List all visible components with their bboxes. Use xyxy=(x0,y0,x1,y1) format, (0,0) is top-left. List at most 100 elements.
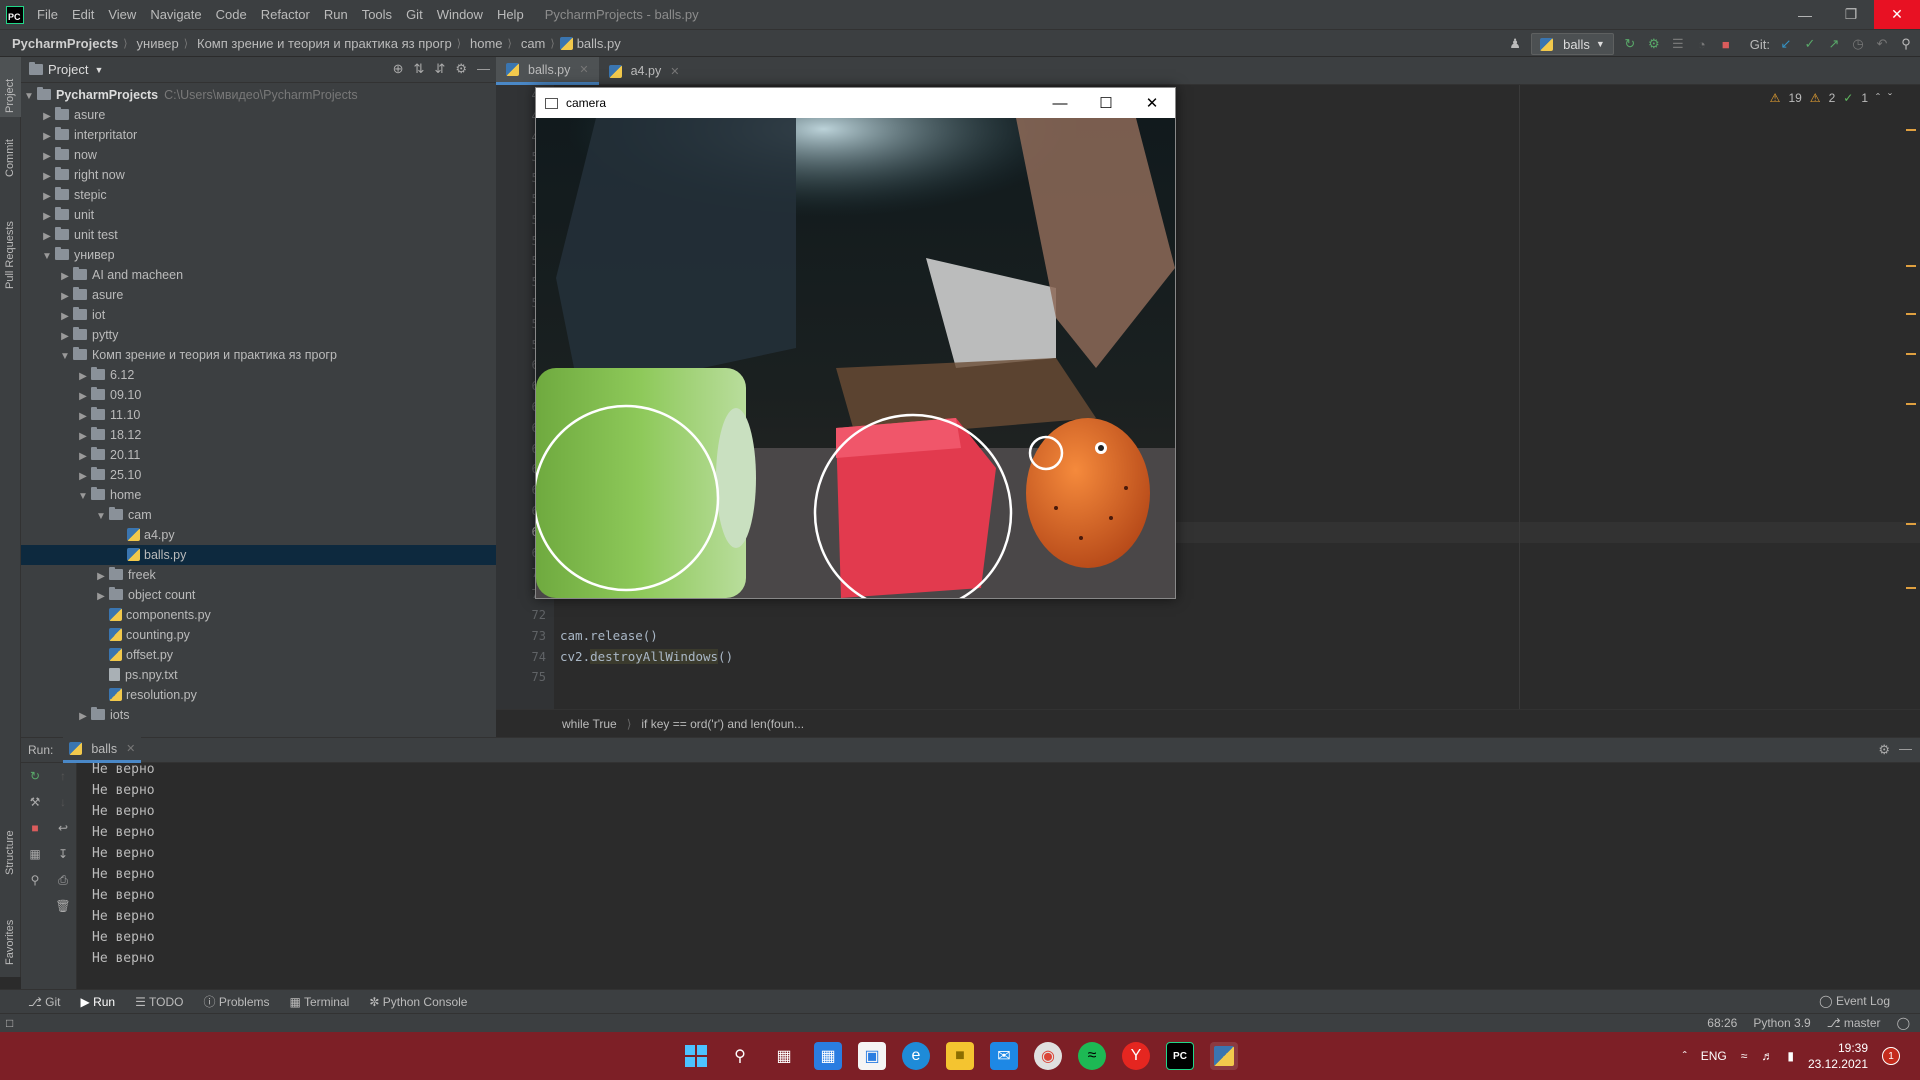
trash-icon[interactable]: 🗑 xyxy=(49,893,77,919)
tree-item[interactable]: ▶ unit xyxy=(21,205,496,225)
chevron-down-icon[interactable]: ▼ xyxy=(75,487,91,507)
breadcrumb-file[interactable]: balls.py xyxy=(577,36,621,51)
chrome-icon[interactable]: ◉ xyxy=(1034,1042,1062,1070)
menu-window[interactable]: Window xyxy=(437,7,483,22)
layout-icon[interactable]: ▦ xyxy=(21,841,49,867)
structure-tool-button[interactable]: Structure xyxy=(4,830,16,875)
python-window-icon[interactable] xyxy=(1210,1042,1238,1070)
tree-item[interactable]: ▶ iots xyxy=(21,705,496,725)
tool-todo[interactable]: ☰ TODO xyxy=(135,995,183,1009)
menu-file[interactable]: File xyxy=(37,7,58,22)
error-stripe-mark[interactable] xyxy=(1906,353,1916,355)
file-explorer-icon[interactable]: ■ xyxy=(946,1042,974,1070)
chevron-up-icon[interactable]: ˆ xyxy=(1683,1049,1687,1063)
commit-tool-button[interactable]: Commit xyxy=(4,139,16,177)
tree-item[interactable]: ▶ 6.12 xyxy=(21,365,496,385)
task-view-icon[interactable]: ▦ xyxy=(770,1042,798,1070)
chevron-right-icon[interactable]: ▶ xyxy=(75,407,91,427)
tool-python-console[interactable]: ✼ Python Console xyxy=(369,995,467,1009)
git-history-icon[interactable]: ◷ xyxy=(1850,36,1866,52)
user-icon[interactable]: ♟ xyxy=(1507,36,1523,52)
interpreter-selector[interactable]: Python 3.9 xyxy=(1753,1016,1810,1030)
chevron-right-icon[interactable]: ▶ xyxy=(39,147,55,167)
close-icon[interactable]: ✕ xyxy=(1129,88,1175,118)
chevron-right-icon[interactable]: ▶ xyxy=(75,387,91,407)
chevron-right-icon[interactable]: ▶ xyxy=(39,227,55,247)
soft-wrap-icon[interactable]: ↩ xyxy=(49,815,77,841)
tree-item[interactable]: ▶ 20.11 xyxy=(21,445,496,465)
tab-a4-py[interactable]: a4.py ✕ xyxy=(599,57,690,85)
tree-item[interactable]: components.py xyxy=(21,605,496,625)
tree-item[interactable]: ▶ stepic xyxy=(21,185,496,205)
breadcrumb-if[interactable]: if key == ord('r') and len(foun... xyxy=(641,717,804,731)
tool-run[interactable]: ▶ Run xyxy=(81,995,116,1009)
tree-item[interactable]: ▶ 09.10 xyxy=(21,385,496,405)
git-commit-icon[interactable]: ✓ xyxy=(1802,36,1818,52)
menu-code[interactable]: Code xyxy=(216,7,247,22)
chevron-down-icon[interactable]: ▼ xyxy=(93,507,109,527)
minimize-icon[interactable]: — xyxy=(1782,0,1828,29)
tree-item[interactable]: ▶ 25.10 xyxy=(21,465,496,485)
mail-icon[interactable]: ✉ xyxy=(990,1042,1018,1070)
chevron-down-icon[interactable]: ˇ xyxy=(1888,91,1892,105)
wrench-icon[interactable]: ⚒ xyxy=(21,789,49,815)
scroll-to-end-icon[interactable]: ↧ xyxy=(49,841,77,867)
battery-icon[interactable]: ▮ xyxy=(1787,1049,1794,1063)
tree-item[interactable]: a4.py xyxy=(21,525,496,545)
stop-icon[interactable]: ■ xyxy=(1718,36,1734,52)
chevron-down-icon[interactable]: ▼ xyxy=(57,347,73,367)
tree-root[interactable]: ▼ PycharmProjects C:\Users\мвидео\PycharmP… xyxy=(21,85,496,105)
close-icon[interactable]: ✕ xyxy=(1874,0,1920,29)
chevron-right-icon[interactable]: ▶ xyxy=(75,427,91,447)
menu-edit[interactable]: Edit xyxy=(72,7,94,22)
breadcrumb-course[interactable]: Комп зрение и теория и практика яз прогр xyxy=(197,36,452,51)
tree-item[interactable]: ▼ Комп зрение и теория и практика яз прог… xyxy=(21,345,496,365)
tree-item[interactable]: ▼ home xyxy=(21,485,496,505)
chevron-right-icon[interactable]: ▶ xyxy=(57,287,73,307)
tab-balls-py[interactable]: balls.py ✕ xyxy=(496,57,599,85)
error-stripe-mark[interactable] xyxy=(1906,523,1916,525)
chevron-right-icon[interactable]: ▶ xyxy=(75,447,91,467)
gear-icon[interactable]: ⚙ xyxy=(1878,742,1890,758)
chevron-right-icon[interactable]: ▶ xyxy=(39,207,55,227)
error-stripe-mark[interactable] xyxy=(1906,313,1916,315)
tree-item[interactable]: balls.py xyxy=(21,545,496,565)
chevron-right-icon[interactable]: ▶ xyxy=(75,367,91,387)
tree-item[interactable]: resolution.py xyxy=(21,685,496,705)
chevron-right-icon[interactable]: ▶ xyxy=(57,327,73,347)
breadcrumb-while[interactable]: while True xyxy=(562,717,617,731)
yandex-browser-icon[interactable]: Y xyxy=(1122,1042,1150,1070)
git-update-icon[interactable]: ↙ xyxy=(1778,36,1794,52)
volume-icon[interactable]: ♬ xyxy=(1761,1049,1773,1063)
favorites-tool-button[interactable]: Favorites xyxy=(4,920,16,965)
menu-refactor[interactable]: Refactor xyxy=(261,7,310,22)
chevron-right-icon[interactable]: ▶ xyxy=(39,107,55,127)
tree-item[interactable]: offset.py xyxy=(21,645,496,665)
chevron-right-icon[interactable]: ▶ xyxy=(39,167,55,187)
clock[interactable]: 19:39 23.12.2021 xyxy=(1808,1040,1868,1072)
pycharm-icon[interactable]: PC xyxy=(1166,1042,1194,1070)
tree-item[interactable]: ▶ interpritator xyxy=(21,125,496,145)
error-stripe-mark[interactable] xyxy=(1906,129,1916,131)
tree-item[interactable]: ▶ unit test xyxy=(21,225,496,245)
tree-item[interactable]: ▶ asure xyxy=(21,285,496,305)
close-tab-icon[interactable]: ✕ xyxy=(579,63,588,76)
chevron-right-icon[interactable]: ▶ xyxy=(93,587,109,607)
spotify-icon[interactable]: ≈ xyxy=(1078,1042,1106,1070)
arrow-down-icon[interactable]: ↓ xyxy=(49,789,77,815)
tree-item[interactable]: ▶ right now xyxy=(21,165,496,185)
inspection-widget[interactable]: ⚠ 19 ⚠ 2 ✓ 1 ˆ ˇ xyxy=(1770,91,1892,105)
chevron-down-icon[interactable]: ▼ xyxy=(94,65,103,75)
edge-icon[interactable]: e xyxy=(902,1042,930,1070)
tool-terminal[interactable]: ▦ Terminal xyxy=(290,995,350,1009)
git-rollback-icon[interactable]: ↶ xyxy=(1874,36,1890,52)
menu-git[interactable]: Git xyxy=(406,7,423,22)
chevron-right-icon[interactable]: ▶ xyxy=(75,707,91,727)
tree-item[interactable]: ▶ asure xyxy=(21,105,496,125)
pull-requests-tool-button[interactable]: Pull Requests xyxy=(4,221,16,289)
wifi-icon[interactable]: ≈ xyxy=(1741,1049,1748,1063)
language-indicator[interactable]: ENG xyxy=(1701,1049,1727,1063)
tree-item[interactable]: ▶ AI and macheen xyxy=(21,265,496,285)
locate-icon[interactable]: ⊕ xyxy=(393,61,404,77)
expand-all-icon[interactable]: ⇅ xyxy=(414,61,425,77)
